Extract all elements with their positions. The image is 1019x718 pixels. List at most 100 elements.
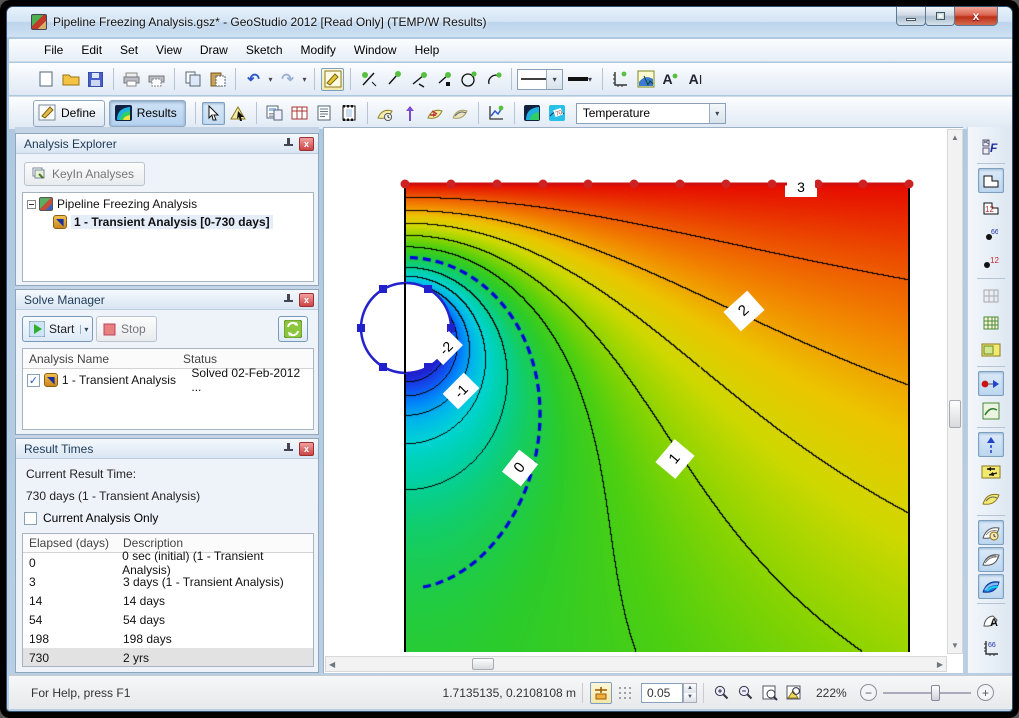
zoom-page-button[interactable] (759, 682, 781, 704)
result-time-row[interactable]: 33 days (1 - Transient Analysis) (23, 572, 313, 591)
highlight-object-tool[interactable] (321, 68, 344, 91)
tree-analysis-item[interactable]: ◥ 1 - Transient Analysis [0-730 days] (23, 211, 313, 229)
view-boundary-conditions-button[interactable] (978, 371, 1004, 396)
result-time-row[interactable]: 00 sec (initial) (1 - Transient Analysis… (23, 553, 313, 572)
menu-view[interactable]: View (147, 40, 191, 60)
grid-spacing-input[interactable]: 0.05 (641, 683, 683, 703)
tree-root-item[interactable]: Pipeline Freezing Analysis (23, 193, 313, 211)
print-preview-button[interactable] (145, 68, 168, 91)
view-node-numbers-button[interactable]: 12 (978, 249, 1004, 274)
field-combo[interactable]: Temperature ▾ (576, 103, 726, 124)
analysis-checkbox[interactable]: ✓ (27, 374, 40, 387)
result-time-row[interactable]: 198198 days (23, 629, 313, 648)
zoom-slider-thumb[interactable] (931, 685, 940, 701)
panel-close-icon[interactable]: x (299, 137, 314, 151)
print-button[interactable] (120, 68, 143, 91)
view-mesh-button[interactable] (978, 283, 1004, 308)
result-times-header[interactable]: Result Times x (16, 439, 318, 459)
menu-help[interactable]: Help (406, 40, 449, 60)
zoom-objects-button[interactable] (783, 682, 805, 704)
insert-text-button[interactable]: AI (684, 68, 707, 91)
view-region-numbers-button[interactable]: 12 (978, 195, 1004, 220)
pin-icon[interactable] (282, 293, 295, 306)
draw-graph-regions-tool[interactable] (374, 102, 397, 125)
view-nodes-button[interactable]: 66 (978, 222, 1004, 247)
draw-boundary-conditions-tool[interactable] (357, 68, 380, 91)
refresh-button[interactable] (278, 316, 308, 342)
zoom-slider[interactable] (883, 683, 971, 703)
draw-flux-sections-tool[interactable] (424, 102, 447, 125)
select-tool[interactable] (202, 102, 225, 125)
solve-manager-header[interactable]: Solve Manager x (16, 290, 318, 310)
close-button[interactable]: x (954, 7, 998, 26)
line-style-combo[interactable]: ▾ (517, 69, 563, 90)
view-contour-shading-button[interactable] (978, 574, 1004, 599)
view-table-button[interactable] (288, 102, 311, 125)
draw-isolines-tool[interactable] (449, 102, 472, 125)
vertical-scrollbar[interactable]: ▲ ▼ (947, 129, 963, 654)
stop-button[interactable]: Stop (96, 316, 157, 342)
result-time-row-selected[interactable]: 7302 yrs (23, 648, 313, 667)
redo-dropdown[interactable]: ▾ (300, 69, 309, 89)
view-grid-button[interactable] (978, 310, 1004, 335)
horizontal-scroll-thumb[interactable] (472, 658, 494, 670)
draw-lines-tool[interactable] (407, 68, 430, 91)
zoom-slider-plus[interactable]: + (977, 684, 994, 701)
undo-button[interactable]: ↶ (242, 68, 265, 91)
define-button[interactable]: Define (33, 100, 105, 127)
grid-spacing-spinner[interactable]: ▲▼ (683, 683, 697, 703)
menu-window[interactable]: Window (345, 40, 406, 60)
menu-edit[interactable]: Edit (72, 40, 111, 60)
line-style-dropdown-arrow[interactable]: ▾ (546, 70, 562, 89)
draw-circle-tool[interactable] (457, 68, 480, 91)
pin-icon[interactable] (282, 442, 295, 455)
horizontal-scrollbar[interactable]: ◀ ▶ (325, 656, 947, 672)
view-function-labels-button[interactable]: F (978, 134, 1004, 159)
minimize-button[interactable] (896, 7, 926, 26)
zoom-out-button[interactable] (735, 682, 757, 704)
menu-file[interactable]: File (35, 40, 72, 60)
draw-arc-tool[interactable] (482, 68, 505, 91)
view-report-button[interactable] (313, 102, 336, 125)
view-axes-button[interactable]: 66 (978, 635, 1004, 660)
restore-button[interactable] (925, 7, 955, 26)
draw-points-tool[interactable] (432, 68, 455, 91)
menu-draw[interactable]: Draw (191, 40, 237, 60)
solve-row[interactable]: ✓ ◥ 1 - Transient Analysis Solved 02-Feb… (23, 369, 313, 391)
view-isolines-button[interactable] (978, 486, 1004, 511)
menu-modify[interactable]: Modify (292, 40, 345, 60)
animation-button[interactable] (338, 102, 361, 125)
view-contour-labels-button[interactable]: A (978, 608, 1004, 633)
paste-button[interactable] (206, 68, 229, 91)
snap-grid-toggle[interactable] (614, 682, 636, 704)
start-dropdown-arrow[interactable]: ▾ (80, 325, 88, 334)
scroll-up-icon[interactable]: ▲ (951, 133, 959, 142)
analysis-explorer-header[interactable]: Analysis Explorer x (16, 134, 318, 154)
start-button[interactable]: Start ▾ (22, 316, 93, 342)
copy-picture-button[interactable] (263, 102, 286, 125)
scroll-down-icon[interactable]: ▼ (951, 641, 959, 650)
scroll-left-icon[interactable]: ◀ (329, 660, 335, 669)
zoom-slider-minus[interactable]: − (860, 684, 877, 701)
current-analysis-only-checkbox[interactable]: ✓ (24, 512, 37, 525)
tree-collapse-icon[interactable] (27, 200, 36, 209)
select-graph-button[interactable] (634, 68, 657, 91)
view-contours-over-time-button[interactable] (978, 520, 1004, 545)
redo-button[interactable]: ↷ (276, 68, 299, 91)
draw-regions-tool[interactable] (382, 68, 405, 91)
sketch-axes-button[interactable] (609, 68, 632, 91)
keyin-analyses-button[interactable]: KeyIn Analyses (24, 162, 145, 186)
open-file-button[interactable] (59, 68, 82, 91)
copy-button[interactable] (181, 68, 204, 91)
view-result-contours-button[interactable] (521, 102, 544, 125)
result-time-row[interactable]: 1414 days (23, 591, 313, 610)
menu-sketch[interactable]: Sketch (237, 40, 292, 60)
view-graph-regions-button[interactable] (978, 398, 1004, 423)
save-button[interactable] (84, 68, 107, 91)
view-flux-arrows-button[interactable] (978, 459, 1004, 484)
view-contour-labels-button[interactable]: 70 (546, 102, 569, 125)
drawing-canvas-area[interactable]: 3 2 1 0 -1 -2 ▲ ▼ ◀ ▶ (323, 127, 963, 673)
view-vectors-button[interactable] (978, 432, 1004, 457)
zoom-in-button[interactable] (711, 682, 733, 704)
format-text-button[interactable]: A (659, 68, 682, 91)
